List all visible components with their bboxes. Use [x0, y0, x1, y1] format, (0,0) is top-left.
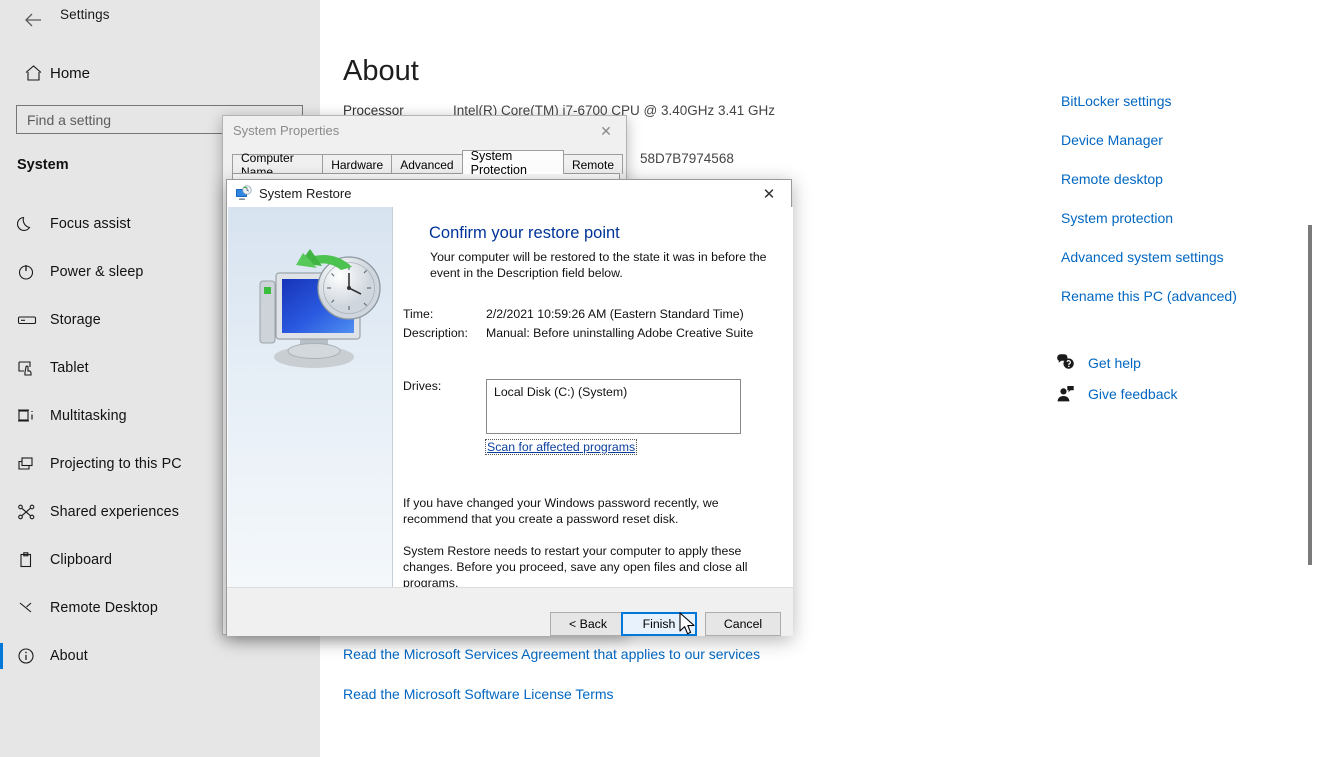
sidebar-section-title: System	[17, 157, 69, 173]
wizard-footer: < Back Finish Cancel	[227, 587, 793, 636]
tab-hardware[interactable]: Hardware	[322, 154, 393, 174]
restart-notice-paragraph: System Restore needs to restart your com…	[403, 544, 748, 590]
give-feedback-icon	[1056, 385, 1088, 402]
remote-desktop-icon	[17, 599, 50, 617]
sidebar-item-home[interactable]: Home	[16, 58, 304, 88]
sidebar-item-home-label: Home	[50, 64, 91, 82]
sidebar-item-label: About	[50, 648, 88, 664]
system-restore-close-button[interactable]: ✕	[747, 180, 791, 207]
close-icon: ✕	[762, 185, 776, 203]
cancel-button[interactable]: Cancel	[705, 612, 781, 636]
wizard-side-panel	[228, 207, 393, 587]
sidebar-item-label: Clipboard	[50, 552, 113, 568]
power-icon	[17, 263, 50, 281]
description-label: Description:	[403, 326, 468, 340]
window-title: Settings	[60, 7, 110, 22]
advanced-system-settings-link[interactable]: Advanced system settings	[1061, 249, 1224, 265]
time-label: Time:	[403, 307, 434, 321]
system-protection-link[interactable]: System protection	[1061, 210, 1173, 226]
tab-label: System Protection	[470, 148, 527, 177]
system-restore-icon	[235, 185, 252, 202]
system-properties-title: System Properties	[233, 123, 340, 138]
close-icon: ✕	[600, 122, 612, 139]
tablet-icon	[17, 359, 50, 377]
services-agreement-link[interactable]: Read the Microsoft Services Agreement th…	[343, 646, 760, 662]
projecting-icon	[17, 455, 50, 473]
scan-for-affected-programs-link[interactable]: Scan for affected programs	[485, 439, 638, 455]
sidebar-item-label: Storage	[50, 312, 101, 328]
moon-icon	[17, 215, 50, 233]
system-restore-title: System Restore	[259, 186, 352, 201]
sidebar-item-label: Shared experiences	[50, 504, 179, 520]
software-license-link[interactable]: Read the Microsoft Software License Term…	[343, 686, 614, 702]
back-button[interactable]: < Back	[550, 612, 626, 636]
info-icon	[17, 647, 50, 665]
storage-icon	[17, 311, 50, 329]
sidebar-item-label: Remote Desktop	[50, 600, 158, 616]
give-feedback-link[interactable]: Give feedback	[1056, 385, 1178, 402]
get-help-label: Get help	[1088, 354, 1141, 371]
sidebar-item-label: Tablet	[50, 360, 89, 376]
get-help-icon	[1056, 354, 1088, 371]
back-button-label: < Back	[569, 617, 607, 631]
system-restore-dialog: System Restore ✕ Confirm your restore po…	[226, 179, 793, 636]
tab-advanced[interactable]: Advanced	[391, 154, 463, 174]
description-value: Manual: Before uninstalling Adobe Creati…	[486, 326, 754, 340]
mouse-cursor	[679, 612, 695, 635]
drives-list-item[interactable]: Local Disk (C:) (System)	[494, 385, 627, 399]
back-arrow-icon	[24, 13, 41, 27]
sidebar-item-label: Multitasking	[50, 408, 127, 424]
drives-label: Drives:	[403, 379, 442, 393]
device-id-value: 58D7B7974568	[640, 151, 734, 166]
password-reset-paragraph: If you have changed your Windows passwor…	[403, 496, 719, 526]
tab-label: Hardware	[331, 157, 384, 172]
sidebar-item-label: Projecting to this PC	[50, 456, 182, 472]
bitlocker-settings-link[interactable]: BitLocker settings	[1061, 93, 1172, 109]
give-feedback-label: Give feedback	[1088, 385, 1178, 402]
system-properties-tabstrip: Computer Name Hardware Advanced System P…	[232, 148, 623, 179]
system-restore-illustration	[259, 249, 381, 368]
wizard-heading: Confirm your restore point	[429, 224, 620, 242]
multitasking-icon	[17, 407, 50, 425]
back-button[interactable]	[12, 4, 54, 36]
system-properties-close-button[interactable]: ✕	[592, 120, 620, 142]
shared-experiences-icon	[17, 503, 50, 521]
screen: Settings Home System Focus assist	[0, 0, 1323, 757]
tab-remote[interactable]: Remote	[562, 154, 623, 174]
time-value: 2/2/2021 10:59:26 AM (Eastern Standard T…	[486, 307, 744, 321]
wizard-content: Confirm your restore point Your computer…	[394, 207, 793, 590]
page-scrollbar[interactable]	[1308, 225, 1312, 565]
drives-listbox[interactable]: Local Disk (C:) (System)	[486, 379, 741, 434]
tab-label: Remote	[571, 157, 614, 172]
device-manager-link[interactable]: Device Manager	[1061, 132, 1163, 148]
remote-desktop-link[interactable]: Remote desktop	[1061, 171, 1163, 187]
system-restore-titlebar: System Restore ✕	[227, 180, 791, 207]
home-icon	[16, 64, 50, 82]
finish-button-label: Finish	[642, 617, 676, 631]
page-title: About	[343, 55, 419, 87]
sidebar-item-about[interactable]: About	[0, 632, 320, 680]
wizard-intro-text: Your computer will be restored to the st…	[430, 250, 767, 280]
get-help-link[interactable]: Get help	[1056, 354, 1141, 371]
cancel-button-label: Cancel	[723, 617, 763, 631]
sidebar-item-label: Power & sleep	[50, 264, 144, 280]
system-restore-body: Confirm your restore point Your computer…	[227, 207, 793, 590]
clipboard-icon	[17, 551, 50, 569]
tab-label: Advanced	[400, 157, 454, 172]
tab-computer-name[interactable]: Computer Name	[232, 151, 324, 179]
rename-this-pc-link[interactable]: Rename this PC (advanced)	[1061, 288, 1237, 304]
tab-system-protection[interactable]: System Protection	[461, 148, 564, 177]
sidebar-item-label: Focus assist	[50, 216, 131, 232]
